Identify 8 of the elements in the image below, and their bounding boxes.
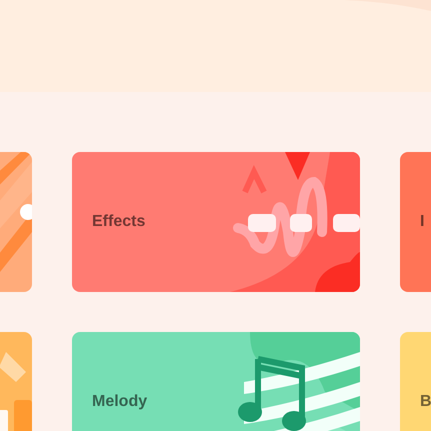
category-card[interactable]: Effects	[72, 152, 360, 292]
card-title: I	[420, 212, 424, 232]
category-card[interactable]: B	[400, 332, 431, 431]
card-title: Melody	[92, 392, 148, 412]
category-card[interactable]: I	[400, 152, 431, 292]
card-title: B	[420, 392, 431, 412]
category-card[interactable]: Melody	[72, 332, 360, 431]
card-title: Effects	[92, 212, 146, 232]
